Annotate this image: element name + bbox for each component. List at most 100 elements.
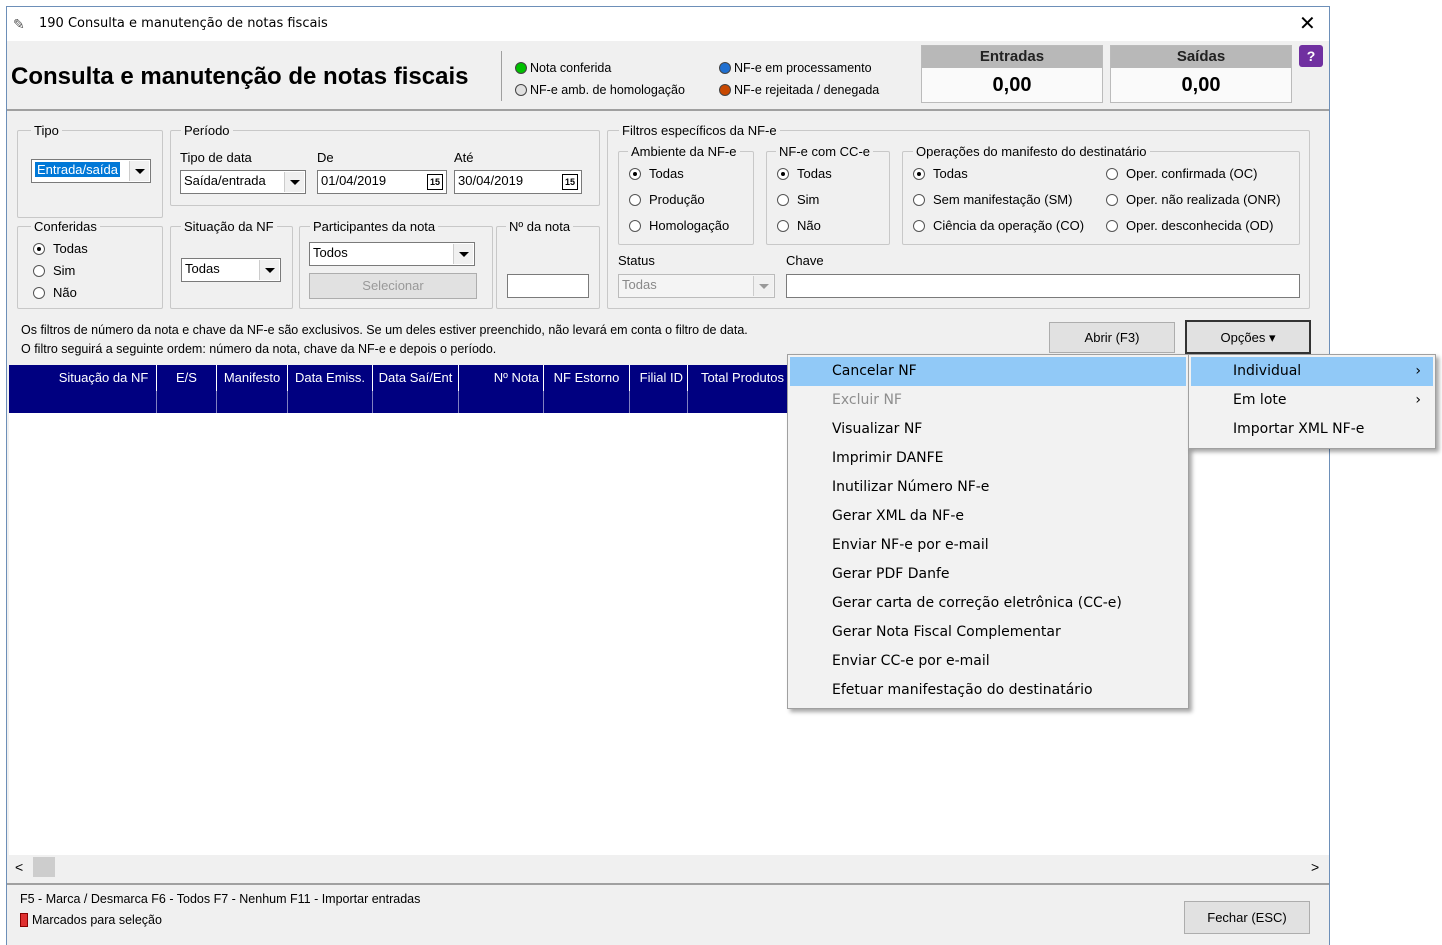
manifesto-sm-radio[interactable]: Sem manifestação (SM) xyxy=(913,192,1072,207)
menu-item-nf-complementar[interactable]: Gerar Nota Fiscal Complementar xyxy=(790,618,1186,647)
submenu-item-em-lote[interactable]: Em lote › xyxy=(1191,386,1433,415)
column-header[interactable]: Data Saí/Ent xyxy=(373,365,459,391)
radio-icon xyxy=(1106,168,1118,180)
opcoes-button[interactable]: Opções ▾ xyxy=(1185,320,1311,354)
manifesto-od-radio[interactable]: Oper. desconhecida (OD) xyxy=(1106,218,1273,233)
caret-down-icon: ▾ xyxy=(1268,330,1276,345)
ambiente-producao-radio[interactable]: Produção xyxy=(629,192,705,207)
selecionar-button[interactable]: Selecionar xyxy=(309,273,477,299)
conferidas-nao-radio[interactable]: Não xyxy=(33,285,77,300)
column-header[interactable]: E/S xyxy=(157,365,217,391)
status-select[interactable]: Todas xyxy=(618,274,775,298)
grid-row-indicator xyxy=(9,365,51,413)
radio-label: Sim xyxy=(797,192,820,207)
radio-label: Sim xyxy=(53,263,76,278)
chave-input[interactable] xyxy=(786,274,1300,298)
radio-icon xyxy=(33,265,45,277)
info-line-1: Os filtros de número da nota e chave da … xyxy=(21,323,748,337)
manifesto-oc-radio[interactable]: Oper. confirmada (OC) xyxy=(1106,166,1258,181)
calendar-icon[interactable]: 15 xyxy=(562,174,578,190)
calendar-icon[interactable]: 15 xyxy=(427,174,443,190)
scroll-right-icon[interactable]: > xyxy=(1311,859,1319,875)
blue-dot-icon xyxy=(719,62,731,74)
close-icon[interactable]: ✕ xyxy=(1299,11,1316,36)
opcoes-label: Opções xyxy=(1220,330,1266,345)
manifesto-co-radio[interactable]: Ciência da operação (CO) xyxy=(913,218,1084,233)
grid-cell[interactable] xyxy=(459,391,544,413)
abrir-button[interactable]: Abrir (F3) xyxy=(1049,322,1175,353)
opcoes-menu: Cancelar NF Excluir NF Visualizar NF Imp… xyxy=(787,354,1189,709)
opcoes-submenu: Individual › Em lote › Importar XML NF-e xyxy=(1188,354,1436,449)
menu-item-gerar-xml[interactable]: Gerar XML da NF-e xyxy=(790,502,1186,531)
grid-cell[interactable] xyxy=(373,391,459,413)
gray-dot-icon xyxy=(515,84,527,96)
radio-icon xyxy=(1106,220,1118,232)
saidas-total: Saídas 0,00 xyxy=(1110,45,1292,103)
radio-label: Não xyxy=(53,285,77,300)
manifesto-todas-radio[interactable]: Todas xyxy=(913,166,968,181)
situacao-title: Situação da NF xyxy=(181,219,277,234)
grid-cell[interactable] xyxy=(217,391,288,413)
radio-icon xyxy=(777,168,789,180)
radio-icon xyxy=(777,194,789,206)
submenu-item-importar-xml[interactable]: Importar XML NF-e xyxy=(1191,415,1433,444)
de-date-field[interactable]: 01/04/2019 15 xyxy=(317,170,447,194)
manifesto-title: Operações do manifesto do destinatário xyxy=(913,144,1150,159)
grid-cell[interactable] xyxy=(157,391,217,413)
column-header[interactable]: Total Produtos xyxy=(688,365,797,391)
horizontal-scrollbar[interactable]: < > xyxy=(9,855,1327,881)
menu-item-excluir-nf[interactable]: Excluir NF xyxy=(790,386,1186,415)
grid-cell[interactable] xyxy=(630,391,688,413)
column-header[interactable]: Situação da NF xyxy=(51,365,157,391)
cce-sim-radio[interactable]: Sim xyxy=(777,192,819,207)
conferidas-todas-radio[interactable]: Todas xyxy=(33,241,88,256)
column-header[interactable]: Filial ID xyxy=(630,365,688,391)
conferidas-title: Conferidas xyxy=(31,219,100,234)
menu-item-gerar-pdf[interactable]: Gerar PDF Danfe xyxy=(790,560,1186,589)
radio-label: Homologação xyxy=(649,218,730,233)
menu-item-cancelar-nf[interactable]: Cancelar NF xyxy=(790,357,1186,386)
help-icon[interactable]: ? xyxy=(1299,45,1323,67)
menu-item-imprimir-danfe[interactable]: Imprimir DANFE xyxy=(790,444,1186,473)
scroll-thumb[interactable] xyxy=(33,857,55,877)
column-header[interactable]: Nº Nota xyxy=(459,365,544,391)
menu-item-enviar-nfe[interactable]: Enviar NF-e por e-mail xyxy=(790,531,1186,560)
conferidas-sim-radio[interactable]: Sim xyxy=(33,263,75,278)
de-value: 01/04/2019 xyxy=(321,173,387,188)
menu-item-inutilizar[interactable]: Inutilizar Número NF-e xyxy=(790,473,1186,502)
fechar-button[interactable]: Fechar (ESC) xyxy=(1184,901,1310,934)
menu-item-visualizar-nf[interactable]: Visualizar NF xyxy=(790,415,1186,444)
grid-cell[interactable] xyxy=(288,391,373,413)
radio-label: Oper. confirmada (OC) xyxy=(1126,166,1258,181)
cce-nao-radio[interactable]: Não xyxy=(777,218,821,233)
ambiente-todas-radio[interactable]: Todas xyxy=(629,166,684,181)
ambiente-homologacao-radio[interactable]: Homologação xyxy=(629,218,729,233)
de-label: De xyxy=(317,150,334,165)
grid-cell[interactable] xyxy=(51,391,157,413)
cce-todas-radio[interactable]: Todas xyxy=(777,166,832,181)
menu-item-enviar-cce[interactable]: Enviar CC-e por e-mail xyxy=(790,647,1186,676)
tipo-select[interactable]: Entrada/saída xyxy=(31,159,151,183)
tipo-data-select[interactable]: Saída/entrada xyxy=(180,170,306,194)
submenu-item-individual[interactable]: Individual › xyxy=(1191,357,1433,386)
radio-icon xyxy=(629,220,641,232)
divider xyxy=(7,883,1329,885)
scroll-left-icon[interactable]: < xyxy=(15,859,23,875)
column-header[interactable]: Data Emiss. xyxy=(288,365,373,391)
grid-cell[interactable] xyxy=(544,391,630,413)
nota-input[interactable] xyxy=(507,274,589,298)
chevron-down-icon xyxy=(129,161,149,181)
manifesto-onr-radio[interactable]: Oper. não realizada (ONR) xyxy=(1106,192,1281,207)
entradas-total: Entradas 0,00 xyxy=(921,45,1103,103)
entradas-label: Entradas xyxy=(922,46,1102,68)
menu-item-gerar-cce[interactable]: Gerar carta de correção eletrônica (CC-e… xyxy=(790,589,1186,618)
ate-value: 30/04/2019 xyxy=(458,173,524,188)
ate-date-field[interactable]: 30/04/2019 15 xyxy=(454,170,582,194)
column-header[interactable]: Manifesto xyxy=(217,365,288,391)
nota-title: Nº da nota xyxy=(506,219,574,234)
participantes-select[interactable]: Todos xyxy=(309,242,475,266)
column-header[interactable]: NF Estorno xyxy=(544,365,630,391)
situacao-select[interactable]: Todas xyxy=(181,258,281,282)
orange-dot-icon xyxy=(719,84,731,96)
menu-item-manifestacao[interactable]: Efetuar manifestação do destinatário xyxy=(790,676,1186,705)
